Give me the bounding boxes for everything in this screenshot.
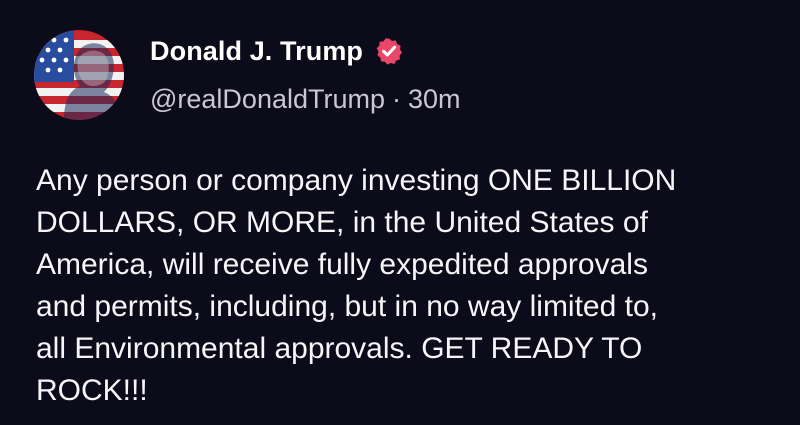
author-name-row: Donald J. Trump [150, 33, 461, 69]
author-avatar[interactable] [34, 30, 124, 120]
post-body-text: Any person or company investing ONE BILL… [36, 164, 677, 407]
author-meta-row: @realDonaldTrump · 30m [150, 84, 461, 115]
flag-portrait-icon [34, 30, 124, 120]
author-display-name[interactable]: Donald J. Trump [150, 36, 363, 67]
author-handle[interactable]: @realDonaldTrump [150, 84, 385, 115]
post-header: Donald J. Trump @realDonaldTrump · 30m [150, 33, 461, 115]
post-timestamp[interactable]: 30m [408, 84, 461, 115]
post-card: Donald J. Trump @realDonaldTrump · 30m A… [0, 0, 800, 425]
verified-badge-icon [375, 37, 403, 65]
meta-separator: · [392, 84, 401, 114]
